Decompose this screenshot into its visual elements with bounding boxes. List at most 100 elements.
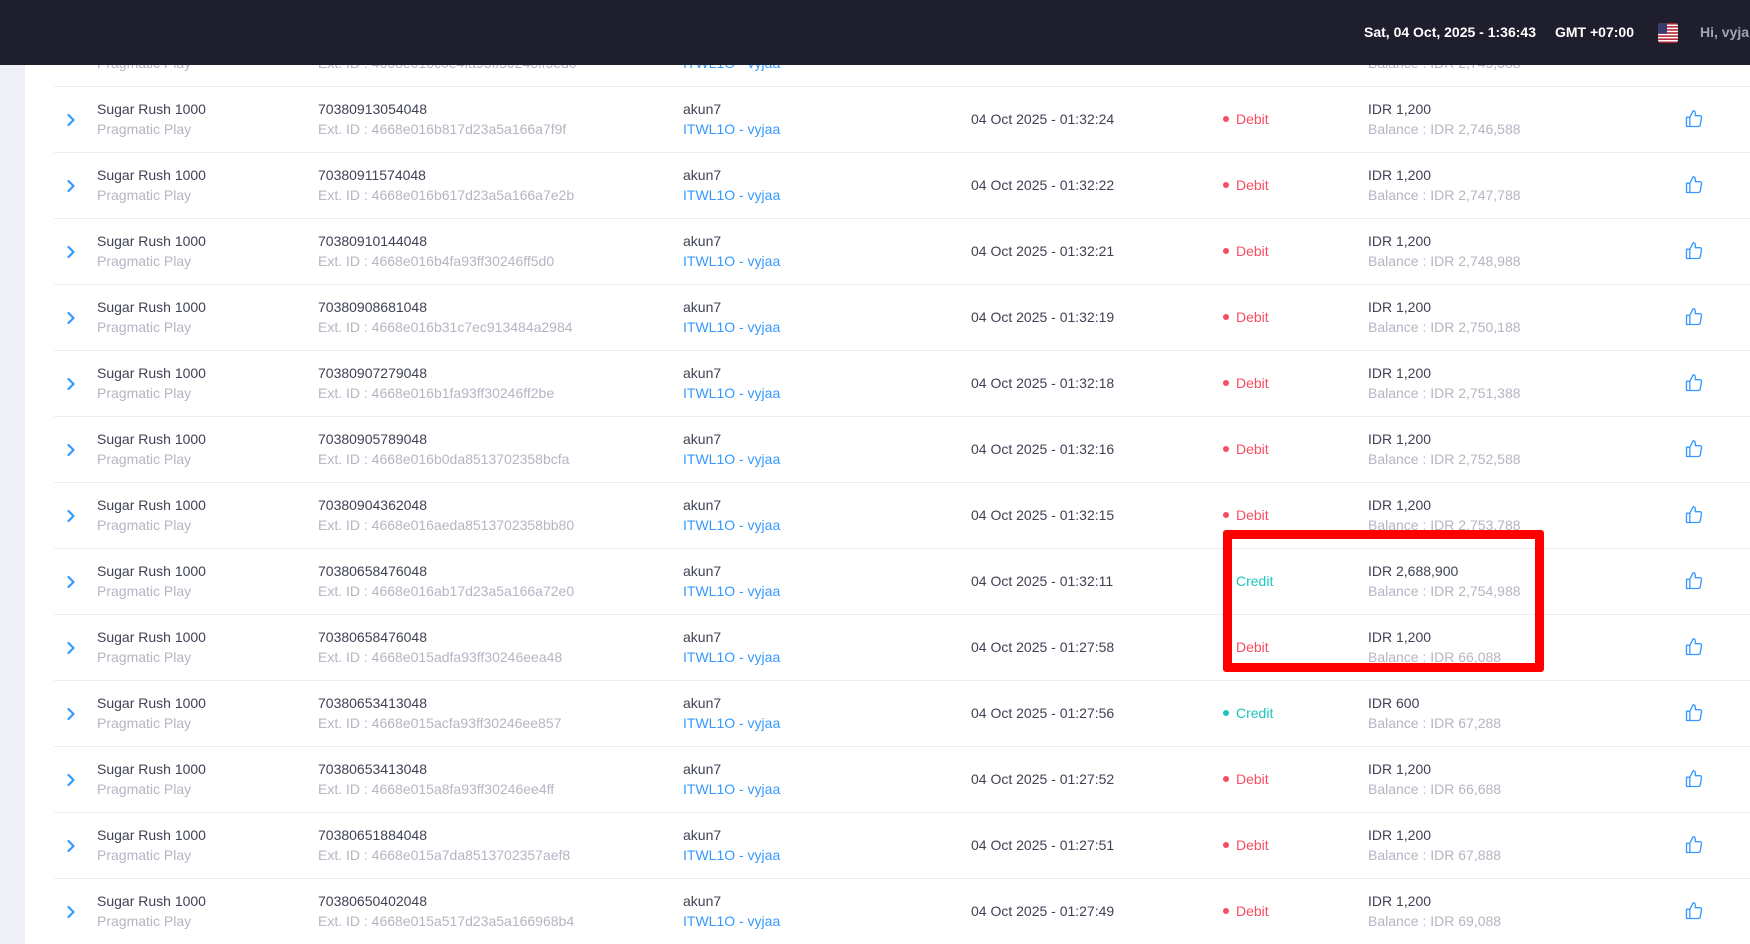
agent-link[interactable]: ITWL1O - vyjaa (683, 253, 780, 269)
status-dot-icon (1223, 512, 1229, 518)
type-label: Debit (1236, 507, 1269, 523)
chevron-right-icon[interactable] (61, 704, 81, 724)
agent-link[interactable]: ITWL1O - vyjaa (683, 451, 780, 467)
table-row[interactable]: Sugar Rush 1000 Pragmatic Play 70380911574… (54, 152, 1750, 219)
transaction-date: 04 Oct 2025 - 01:32:22 (971, 177, 1115, 193)
table-row[interactable]: Sugar Rush 1000 Pragmatic Play 70380905789… (54, 416, 1750, 483)
amount-value: IDR 1,200 (1368, 299, 1432, 315)
chevron-right-icon[interactable] (61, 440, 81, 460)
agent-link[interactable]: ITWL1O - vyjaa (683, 583, 780, 599)
type-label: Debit (1236, 111, 1269, 127)
type-label: Debit (1236, 309, 1269, 325)
table-row[interactable]: Sugar Rush 1000 Pragmatic Play 70380907279… (54, 350, 1750, 417)
external-id: Ext. ID : 4668e016b4fa93ff30246ff5d0 (318, 253, 555, 269)
chevron-right-icon[interactable] (61, 902, 81, 922)
thumbs-up-icon[interactable] (1684, 505, 1704, 525)
table-row[interactable]: Sugar Rush 1000 Pragmatic Play 70380650402… (54, 878, 1750, 944)
status-dot-icon (1223, 908, 1229, 914)
transaction-type: Debit (1223, 441, 1269, 457)
game-name: Sugar Rush 1000 (97, 893, 206, 909)
thumbs-up-icon[interactable] (1684, 835, 1704, 855)
agent-link[interactable]: ITWL1O - vyjaa (683, 781, 780, 797)
game-name: Sugar Rush 1000 (97, 299, 206, 315)
agent-link[interactable]: ITWL1O - vyjaa (683, 385, 780, 401)
chevron-right-icon[interactable] (61, 506, 81, 526)
transaction-id: 70380653413048 (318, 761, 428, 777)
provider-name: Pragmatic Play (97, 121, 192, 137)
username: akun7 (683, 167, 722, 183)
provider-name: Pragmatic Play (97, 187, 192, 203)
external-id: Ext. ID : 4668e016b817d23a5a166a7f9f (318, 121, 567, 137)
balance-value: Balance : IDR 2,750,188 (1368, 319, 1521, 335)
chevron-right-icon[interactable] (61, 572, 81, 592)
agent-link[interactable]: ITWL1O - vyjaa (683, 649, 780, 665)
transaction-id: 70380907279048 (318, 365, 428, 381)
chevron-right-icon[interactable] (61, 770, 81, 790)
agent-link[interactable]: ITWL1O - vyjaa (683, 715, 780, 731)
thumbs-up-icon[interactable] (1684, 703, 1704, 723)
transaction-date: 04 Oct 2025 - 01:32:21 (971, 243, 1115, 259)
transaction-date: 04 Oct 2025 - 01:32:19 (971, 309, 1115, 325)
provider-name: Pragmatic Play (97, 253, 192, 269)
table-row[interactable]: Sugar Rush 1000 Pragmatic Play 70380913054… (54, 86, 1750, 153)
thumbs-up-icon[interactable] (1684, 439, 1704, 459)
status-dot-icon (1223, 380, 1229, 386)
username: akun7 (683, 497, 722, 513)
thumbs-up-icon[interactable] (1684, 637, 1704, 657)
external-id: Ext. ID : 4668e015adfa93ff30246eea48 (318, 649, 563, 665)
agent-link[interactable]: ITWL1O - vyjaa (683, 319, 780, 335)
status-dot-icon (1223, 248, 1229, 254)
agent-link[interactable]: ITWL1O - vyjaa (683, 913, 780, 929)
agent-link[interactable]: ITWL1O - vyjaa (683, 121, 780, 137)
provider-name: Pragmatic Play (97, 649, 192, 665)
game-name: Sugar Rush 1000 (97, 827, 206, 843)
chevron-right-icon[interactable] (61, 176, 81, 196)
type-label: Debit (1236, 441, 1269, 457)
external-id: Ext. ID : 4668e016b31c7ec913484a2984 (318, 319, 573, 335)
chevron-right-icon[interactable] (61, 374, 81, 394)
username: akun7 (683, 299, 722, 315)
provider-name: Pragmatic Play (97, 319, 192, 335)
provider-name: Pragmatic Play (97, 385, 192, 401)
transaction-date: 04 Oct 2025 - 01:32:11 (971, 573, 1114, 589)
game-name: Sugar Rush 1000 (97, 497, 206, 513)
balance-value: Balance : IDR 67,888 (1368, 847, 1502, 863)
transaction-type: Debit (1223, 375, 1269, 391)
thumbs-up-icon[interactable] (1684, 307, 1704, 327)
balance-value: Balance : IDR 2,746,588 (1368, 121, 1521, 137)
username: akun7 (683, 365, 722, 381)
table-row[interactable]: Sugar Rush 1000 Pragmatic Play 70380653413… (54, 680, 1750, 747)
username: akun7 (683, 101, 722, 117)
transaction-type: Debit (1223, 177, 1269, 193)
amount-value: IDR 1,200 (1368, 431, 1432, 447)
agent-link[interactable]: ITWL1O - vyjaa (683, 517, 780, 533)
thumbs-up-icon[interactable] (1684, 373, 1704, 393)
chevron-right-icon[interactable] (61, 110, 81, 130)
chevron-right-icon[interactable] (61, 638, 81, 658)
thumbs-up-icon[interactable] (1684, 175, 1704, 195)
chevron-right-icon[interactable] (61, 308, 81, 328)
username: akun7 (683, 629, 722, 645)
thumbs-up-icon[interactable] (1684, 769, 1704, 789)
thumbs-up-icon[interactable] (1684, 241, 1704, 261)
agent-link[interactable]: ITWL1O - vyjaa (683, 187, 780, 203)
username: akun7 (683, 563, 722, 579)
transaction-id: 70380650402048 (318, 893, 428, 909)
external-id: Ext. ID : 4668e016b617d23a5a166a7e2b (318, 187, 575, 203)
username: akun7 (683, 233, 722, 249)
user-greeting[interactable]: Hi, vyja (1700, 0, 1749, 65)
table-row[interactable]: Sugar Rush 1000 Pragmatic Play 70380910144… (54, 218, 1750, 285)
transaction-date: 04 Oct 2025 - 01:27:52 (971, 771, 1115, 787)
thumbs-up-icon[interactable] (1684, 571, 1704, 591)
amount-value: IDR 1,200 (1368, 827, 1432, 843)
table-row[interactable]: Sugar Rush 1000 Pragmatic Play 70380908681… (54, 284, 1750, 351)
amount-value: IDR 1,200 (1368, 893, 1432, 909)
agent-link[interactable]: ITWL1O - vyjaa (683, 847, 780, 863)
thumbs-up-icon[interactable] (1684, 109, 1704, 129)
chevron-right-icon[interactable] (61, 836, 81, 856)
thumbs-up-icon[interactable] (1684, 901, 1704, 921)
chevron-right-icon[interactable] (61, 242, 81, 262)
table-row[interactable]: Sugar Rush 1000 Pragmatic Play 70380653413… (54, 746, 1750, 813)
us-flag-icon[interactable] (1658, 23, 1678, 43)
table-row[interactable]: Sugar Rush 1000 Pragmatic Play 70380651884… (54, 812, 1750, 879)
